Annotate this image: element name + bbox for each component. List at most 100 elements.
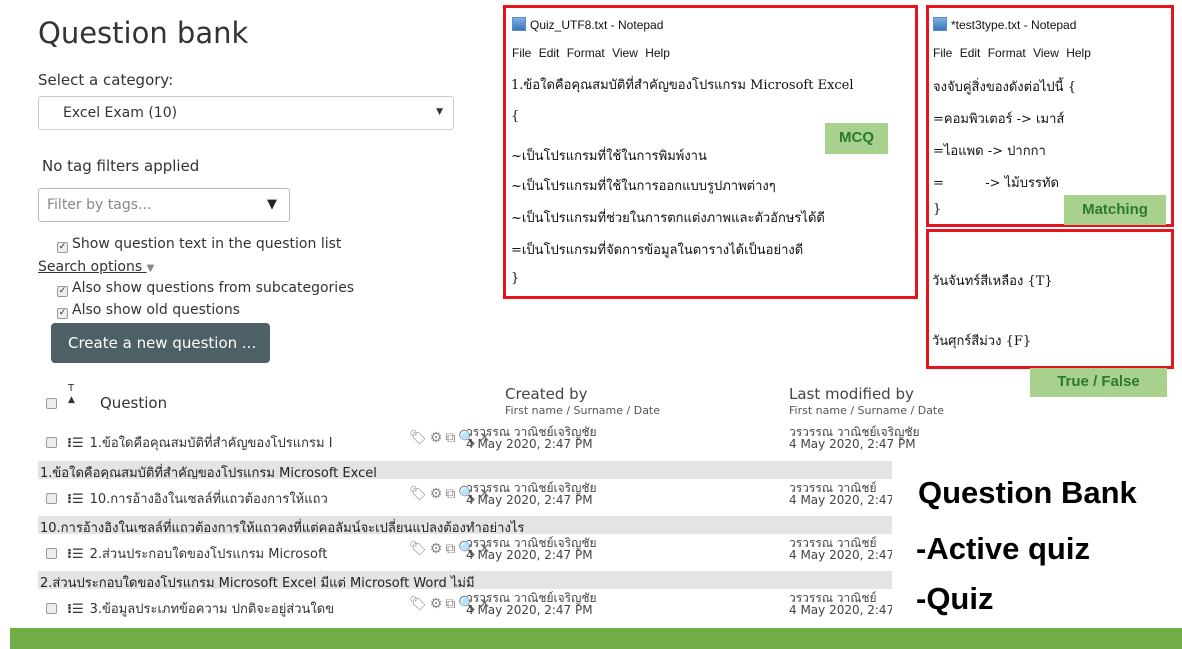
chevron-down-icon: ▼ — [267, 197, 277, 212]
duplicate-icon[interactable]: ⧉ — [445, 486, 458, 502]
multichoice-icon: ⁝☰ — [67, 492, 84, 507]
row-checkbox[interactable] — [46, 493, 57, 504]
modified-by-header[interactable]: Last modified by — [789, 385, 914, 403]
duplicate-icon[interactable]: ⧉ — [445, 541, 458, 557]
created-by-subheader: First name / Surname / Date — [505, 404, 661, 417]
row-checkbox[interactable] — [46, 603, 57, 614]
show-text-option[interactable]: ✓ Show question text in the question list — [57, 236, 341, 253]
question-column-header[interactable]: Question — [100, 394, 167, 412]
tag-icon[interactable]: 🏷 — [409, 596, 430, 612]
search-options-label: Search options — [38, 259, 143, 275]
created-by-header[interactable]: Created by — [505, 385, 588, 403]
notepad-line: { — [511, 109, 520, 124]
question-full-text: 2.ส่วนประกอบใดของโปรแกรม Microsoft Excel… — [38, 571, 1018, 589]
show-old-option[interactable]: ✓ Also show old questions — [57, 302, 240, 319]
notepad-line: =ไอแพด -> ปากกา — [933, 144, 1046, 159]
category-label: Select a category: — [38, 71, 174, 89]
tag-icon[interactable]: 🏷 — [409, 486, 430, 502]
search-options-link[interactable]: Search options ▼ — [38, 259, 154, 275]
tag-icon[interactable]: 🏷 — [409, 430, 430, 446]
question-text: 10.การอ้างอิงในเซลล์ที่แถวต้องการให้แถว — [89, 492, 328, 507]
menu-help[interactable]: Help — [1066, 46, 1091, 60]
row-checkbox[interactable] — [46, 548, 57, 559]
question-text: 1.ข้อใดคือคุณสมบัติที่สำคัญของโปรแกรม I — [89, 436, 333, 451]
created-date: 4 May 2020, 2:47 PM — [466, 493, 593, 507]
menu-file[interactable]: File — [933, 46, 952, 60]
created-date: 4 May 2020, 2:47 PM — [466, 437, 593, 451]
notepad-line: =คอมพิวเตอร์ -> เมาส์ — [933, 112, 1065, 127]
notepad-line: = -> ไม้บรรทัด — [933, 176, 1059, 191]
overlay-item: -Active quiz — [916, 531, 1090, 566]
table-row[interactable]: ⁝☰ 10.การอ้างอิงในเซลล์ที่แถวต้องการให้แถ… — [38, 482, 1018, 510]
sort-type-header[interactable]: T ▲ — [68, 383, 75, 405]
row-checkbox[interactable] — [46, 437, 57, 448]
menu-format[interactable]: Format — [988, 46, 1026, 60]
select-all-checkbox[interactable] — [46, 398, 57, 409]
create-question-button[interactable]: Create a new question ... — [51, 323, 270, 363]
menu-format[interactable]: Format — [567, 46, 605, 60]
modified-date: 4 May 2020, 2:47 — [789, 603, 895, 617]
mcq-tag: MCQ — [825, 123, 888, 154]
tag-filter-input[interactable]: Filter by tags... ▼ — [38, 188, 290, 222]
type-column-label: T — [68, 383, 75, 394]
page-title: Question bank — [38, 16, 249, 50]
table-row[interactable]: ⁝☰ 3.ข้อมูลประเภทข้อความ ปกติจะอยู่ส่วนใด… — [38, 592, 1018, 620]
checkbox-icon[interactable]: ✓ — [57, 286, 68, 297]
created-date: 4 May 2020, 2:47 PM — [466, 603, 593, 617]
table-row[interactable]: ⁝☰ 2.ส่วนประกอบใดของโปรแกรม Microsoft 🏷⚙⧉… — [38, 537, 1018, 565]
notepad-window-mcq[interactable]: Quiz_UTF8.txt - Notepad File Edit Format… — [503, 5, 918, 299]
show-sub-label: Also show questions from subcategories — [72, 280, 355, 296]
menu-help[interactable]: Help — [645, 46, 670, 60]
notepad-line: จงจับคู่สิ่งของดังต่อไปนี้ { — [933, 80, 1076, 95]
notepad-line: 1.ข้อใดคือคุณสมบัติที่สำคัญของโปรแกรม Mi… — [511, 78, 854, 93]
notepad-window-matching[interactable]: *test3type.txt - Notepad File Edit Forma… — [926, 5, 1174, 227]
show-text-label: Show question text in the question list — [72, 236, 342, 252]
menu-edit[interactable]: Edit — [960, 46, 981, 60]
notepad-line: } — [511, 271, 520, 286]
question-text: 2.ส่วนประกอบใดของโปรแกรม Microsoft — [89, 547, 328, 562]
menu-view[interactable]: View — [1033, 46, 1059, 60]
notepad-icon — [512, 17, 526, 31]
duplicate-icon[interactable]: ⧉ — [445, 430, 458, 446]
notepad-line: ~เป็นโปรแกรมที่ใช้ในการออกแบบรูปภาพต่างๆ — [511, 179, 776, 194]
notepad-title: *test3type.txt - Notepad — [951, 18, 1077, 32]
multichoice-icon: ⁝☰ — [67, 436, 84, 451]
question-full-text: 1.ข้อใดคือคุณสมบัติที่สำคัญของโปรแกรม Mi… — [38, 461, 1018, 479]
checkbox-icon[interactable]: ✓ — [57, 242, 68, 253]
table-row[interactable]: ⁝☰ 1.ข้อใดคือคุณสมบัติที่สำคัญของโปรแกรม … — [38, 426, 1018, 454]
notepad-line: =เป็นโปรแกรมที่จัดการข้อมูลในตารางได้เป็… — [511, 243, 804, 258]
checkbox-icon[interactable]: ✓ — [57, 308, 68, 319]
notepad-title: Quiz_UTF8.txt - Notepad — [530, 18, 664, 32]
show-sub-option[interactable]: ✓ Also show questions from subcategories — [57, 280, 354, 297]
notepad-line: ~เป็นโปรแกรมที่ช่วยในการตกแต่งภาพและตัวอ… — [511, 211, 825, 226]
category-select[interactable]: Excel Exam (10) ▼ — [38, 96, 454, 130]
truefalse-box: วันจันทร์สีเหลือง {T} วันศุกร์สีม่วง {F} — [926, 229, 1174, 369]
notepad-icon — [933, 17, 947, 31]
notepad-line: } — [933, 202, 942, 217]
notepad-menubar: File Edit Format View Help — [512, 46, 670, 60]
gear-icon[interactable]: ⚙ — [430, 486, 446, 502]
notepad-titlebar: *test3type.txt - Notepad — [933, 17, 1076, 32]
menu-view[interactable]: View — [612, 46, 638, 60]
multichoice-icon: ⁝☰ — [67, 547, 84, 562]
overlay-panel: Question Bank -Active quiz -Quiz — [892, 458, 1182, 628]
menu-edit[interactable]: Edit — [539, 46, 560, 60]
notepad-line: ~เป็นโปรแกรมที่ใช้ในการพิมพ์งาน — [511, 149, 707, 164]
overlay-item: -Quiz — [916, 581, 994, 616]
notepad-line: วันจันทร์สีเหลือง {T} — [932, 274, 1053, 289]
menu-file[interactable]: File — [512, 46, 531, 60]
chevron-down-icon: ▼ — [436, 107, 443, 117]
chevron-down-icon: ▼ — [146, 263, 155, 274]
modified-date: 4 May 2020, 2:47 — [789, 493, 895, 507]
tag-filter-status: No tag filters applied — [42, 157, 200, 175]
modified-date: 4 May 2020, 2:47 — [789, 548, 895, 562]
notepad-titlebar: Quiz_UTF8.txt - Notepad — [512, 17, 663, 32]
multichoice-icon: ⁝☰ — [67, 602, 84, 617]
gear-icon[interactable]: ⚙ — [430, 430, 446, 446]
gear-icon[interactable]: ⚙ — [430, 541, 446, 557]
matching-tag: Matching — [1064, 195, 1166, 225]
duplicate-icon[interactable]: ⧉ — [445, 596, 458, 612]
modified-by-subheader: First name / Surname / Date — [789, 404, 945, 417]
gear-icon[interactable]: ⚙ — [430, 596, 446, 612]
tag-icon[interactable]: 🏷 — [409, 541, 430, 557]
